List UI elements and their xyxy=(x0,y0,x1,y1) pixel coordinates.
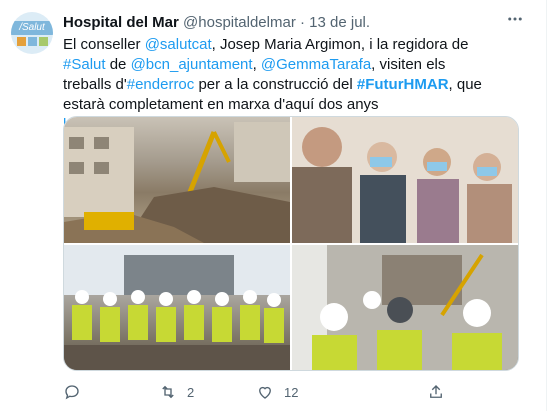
tweet-actions: 2 12 xyxy=(63,383,503,403)
retweet-icon xyxy=(162,385,174,399)
tweet-link[interactable]: #enderroc xyxy=(127,76,195,93)
tweet-text-segment: , Josep Maria Argimon, i la regidora de xyxy=(211,36,469,53)
avatar-logo-icon xyxy=(16,36,48,46)
like-count: 12 xyxy=(284,384,299,400)
avatar[interactable]: /Salut xyxy=(11,12,53,54)
tweet-text-segment: per a la construcció del xyxy=(194,76,357,93)
photo-team-helmets[interactable] xyxy=(64,245,290,370)
tweet-date[interactable]: 13 de jul. xyxy=(309,14,370,31)
reply-icon xyxy=(65,385,79,400)
tweet-link[interactable]: @GemmaTarafa xyxy=(261,56,371,73)
separator: · xyxy=(299,14,305,31)
author-handle[interactable]: @hospitaldelmar xyxy=(183,14,296,31)
tweet-text-segment: , xyxy=(252,56,261,73)
author-name[interactable]: Hospital del Mar xyxy=(63,14,179,31)
tweet-text-segment: de xyxy=(105,56,131,73)
tweet[interactable]: /Salut Hospital del Mar @hospitaldelmar … xyxy=(0,0,547,411)
like-button[interactable]: 12 xyxy=(256,383,298,401)
retweet-count: 2 xyxy=(187,384,195,400)
media-grid[interactable] xyxy=(63,116,519,371)
avatar-label: /Salut xyxy=(11,20,53,35)
photo-site-visit[interactable] xyxy=(292,245,518,370)
tweet-hashtag[interactable]: #FuturHMAR xyxy=(357,76,449,93)
tweet-text-segment: El conseller xyxy=(63,36,145,53)
tweet-link[interactable]: @salutcat xyxy=(145,36,212,53)
share-icon xyxy=(430,385,442,398)
retweet-button[interactable]: 2 xyxy=(159,383,194,401)
photo-officials-group[interactable] xyxy=(292,117,518,243)
tweet-link[interactable]: @bcn_ajuntament xyxy=(131,56,253,73)
photo-demolition-site[interactable] xyxy=(64,117,290,243)
share-button[interactable] xyxy=(427,383,445,401)
tweet-header: Hospital del Mar @hospitaldelmar · 13 de… xyxy=(63,13,370,33)
more-icon[interactable] xyxy=(506,10,524,33)
reply-button[interactable] xyxy=(63,383,91,401)
like-icon xyxy=(259,386,271,399)
tweet-link[interactable]: #Salut xyxy=(63,56,106,73)
